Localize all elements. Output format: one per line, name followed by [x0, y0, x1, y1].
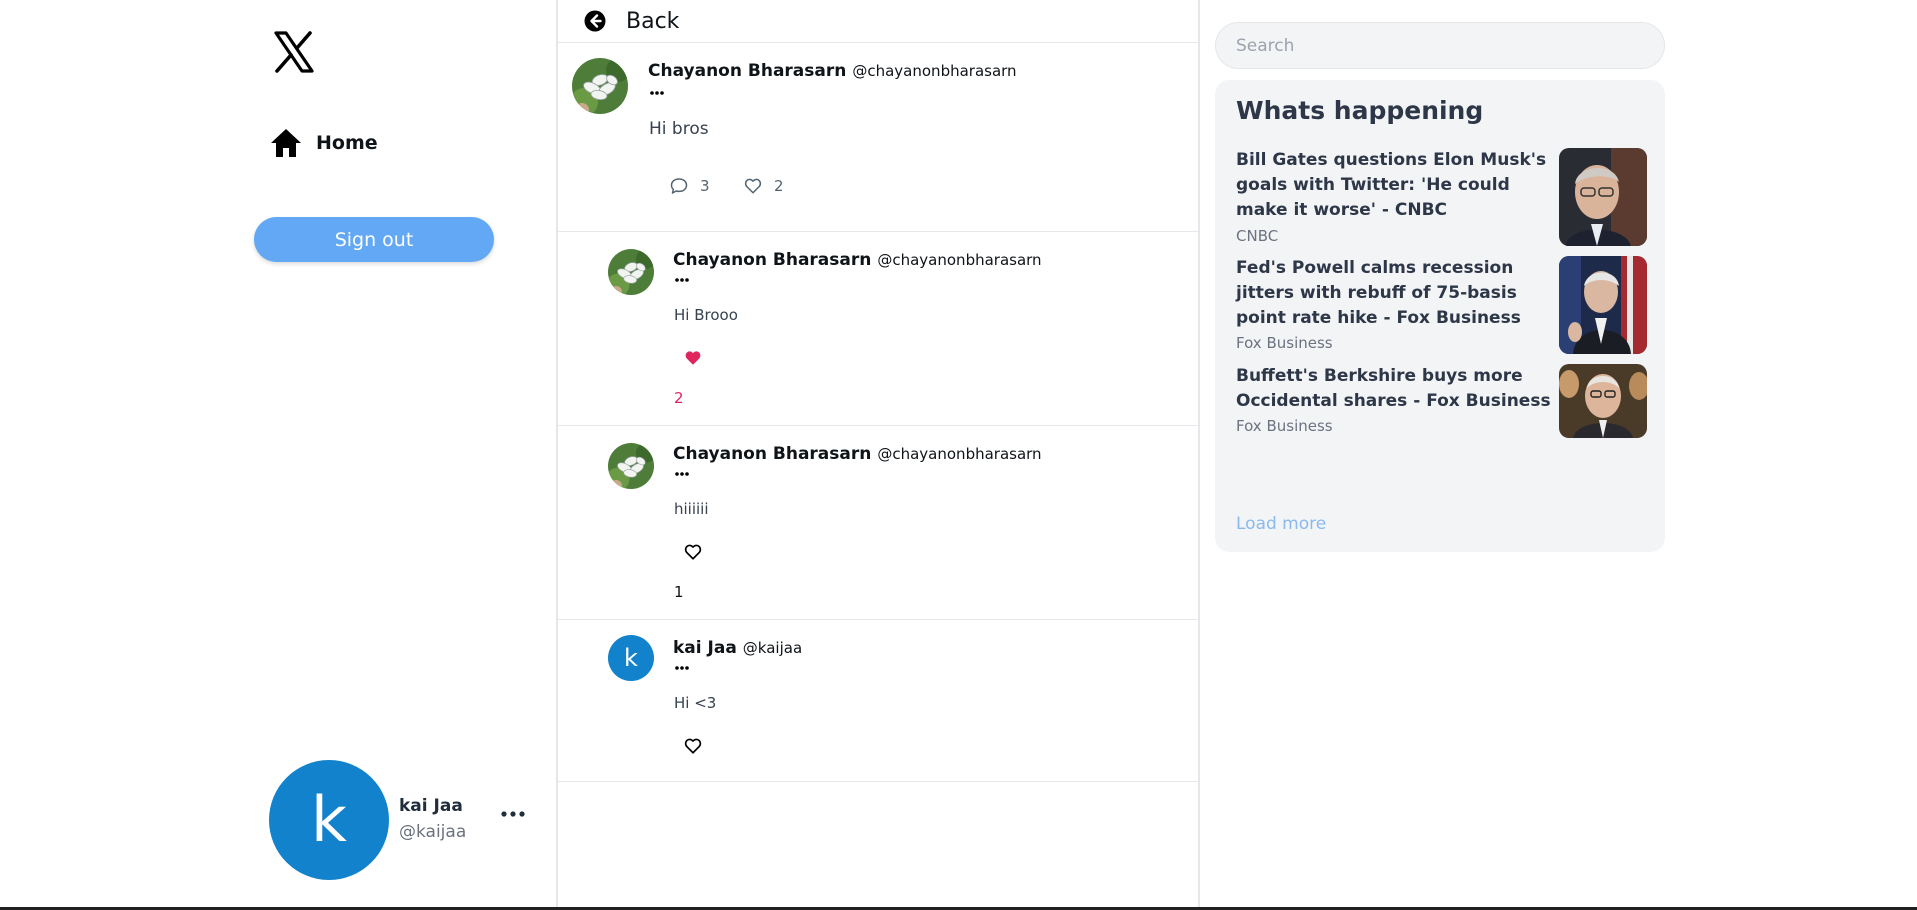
like-count: 2: [774, 177, 784, 195]
trend-item[interactable]: Bill Gates questions Elon Musk's goals w…: [1236, 148, 1647, 248]
home-icon: [271, 129, 301, 157]
more-options-icon[interactable]: [674, 277, 690, 283]
back-label: Back: [626, 8, 680, 34]
author-name[interactable]: Chayanon Bharasarn: [673, 250, 871, 270]
reply-item: Chayanon Bharasarn @chayanonbharasarn Hi…: [558, 232, 1198, 426]
reply-text: Hi Brooo: [674, 306, 738, 324]
left-sidebar: Home Sign out k kai Jaa @kaijaa: [0, 0, 556, 908]
reply-author: kai Jaa @kaijaa: [673, 638, 802, 658]
comment-count: 3: [700, 177, 710, 195]
trend-source: CNBC: [1236, 227, 1279, 245]
trend-headline: Fed's Powell calms recession jitters wit…: [1236, 258, 1521, 328]
more-options-icon[interactable]: [674, 665, 690, 671]
author-handle: @chayanonbharasarn: [877, 445, 1042, 463]
like-button[interactable]: 2: [744, 177, 784, 195]
author-name[interactable]: kai Jaa: [673, 638, 737, 658]
right-sidebar: Whats happening Bill Gates questions Elo…: [1200, 0, 1917, 908]
news-thumbnail[interactable]: [1559, 256, 1647, 354]
author-name[interactable]: Chayanon Bharasarn: [673, 444, 871, 464]
trend-headline: Buffett's Berkshire buys more Occidental…: [1236, 366, 1551, 411]
search-input[interactable]: [1215, 22, 1665, 69]
like-count: 1: [674, 583, 684, 601]
heart-filled-icon[interactable]: [684, 349, 702, 367]
trend-headline: Bill Gates questions Elon Musk's goals w…: [1236, 150, 1547, 220]
author-handle: @chayanonbharasarn: [852, 62, 1017, 80]
news-thumbnail[interactable]: [1559, 148, 1647, 246]
trend-source: Fox Business: [1236, 417, 1333, 435]
post-author: Chayanon Bharasarn @chayanonbharasarn: [648, 61, 1017, 81]
trend-source: Fox Business: [1236, 334, 1333, 352]
comment-button[interactable]: 3: [670, 177, 710, 195]
heart-outline-icon: [744, 178, 762, 194]
reply-text: hiiiiii: [674, 500, 709, 518]
profile-name: kai Jaa: [399, 796, 463, 816]
author-handle: @kaijaa: [742, 639, 803, 657]
author-handle: @chayanonbharasarn: [877, 251, 1042, 269]
heart-outline-icon[interactable]: [684, 543, 702, 561]
avatar-letter: k: [624, 644, 638, 672]
heart-outline-icon[interactable]: [684, 737, 702, 755]
reply-author: Chayanon Bharasarn @chayanonbharasarn: [673, 444, 1042, 464]
reply-text: Hi <3: [674, 694, 717, 712]
like-count: 2: [674, 389, 684, 407]
trends-title: Whats happening: [1236, 96, 1484, 125]
trend-item[interactable]: Fed's Powell calms recession jitters wit…: [1236, 256, 1647, 356]
more-options-icon[interactable]: [674, 471, 690, 477]
avatar[interactable]: [608, 249, 654, 295]
load-more-link[interactable]: Load more: [1236, 514, 1326, 534]
post-text: Hi bros: [649, 119, 709, 139]
author-name[interactable]: Chayanon Bharasarn: [648, 61, 846, 81]
trend-item[interactable]: Buffett's Berkshire buys more Occidental…: [1236, 364, 1647, 464]
avatar[interactable]: k: [608, 635, 654, 681]
more-options-icon[interactable]: [500, 808, 526, 820]
back-button[interactable]: Back: [558, 0, 1198, 43]
news-thumbnail[interactable]: [1559, 364, 1647, 438]
sign-out-button[interactable]: Sign out: [254, 217, 494, 262]
more-options-icon[interactable]: [649, 90, 665, 96]
profile-avatar[interactable]: k: [269, 760, 389, 880]
x-logo-icon[interactable]: [272, 30, 316, 74]
profile-handle: @kaijaa: [399, 822, 467, 842]
reply-item: Chayanon Bharasarn @chayanonbharasarn hi…: [558, 426, 1198, 620]
nav-home-label: Home: [316, 132, 378, 154]
main-column: Back Chayanon Bharasarn @chayanonbharasa…: [556, 0, 1200, 908]
trends-panel: Whats happening Bill Gates questions Elo…: [1215, 80, 1665, 552]
reply-author: Chayanon Bharasarn @chayanonbharasarn: [673, 250, 1042, 270]
reply-item: k kai Jaa @kaijaa Hi <3: [558, 620, 1198, 782]
arrow-left-circle-icon: [584, 10, 606, 32]
comment-icon: [670, 178, 688, 194]
nav-home[interactable]: Home: [270, 128, 378, 158]
avatar[interactable]: [608, 443, 654, 489]
profile-avatar-letter: k: [311, 783, 347, 856]
main-post: Chayanon Bharasarn @chayanonbharasarn Hi…: [558, 43, 1198, 232]
avatar[interactable]: [572, 58, 628, 114]
